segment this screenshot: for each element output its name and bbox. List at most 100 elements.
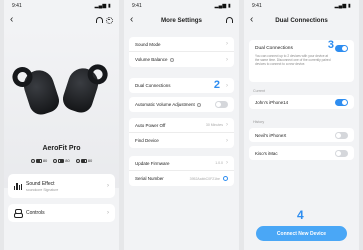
earbud-left-icon [30, 158, 35, 163]
chevron-right-icon: › [226, 122, 228, 128]
status-time: 9:41 [132, 3, 142, 9]
chevron-right-icon: › [226, 56, 228, 63]
row-update-firmware[interactable]: Update Firmware 1.0.0 › [129, 156, 234, 171]
row-label: Update Firmware [135, 160, 170, 166]
chevron-right-icon: › [226, 137, 228, 144]
sound-effect-label: Sound Effect [26, 180, 55, 187]
status-signal-icon: ▂▄▆ ▮ [94, 3, 111, 9]
row-auto-volume: Automatic Volume Adjustment [129, 97, 234, 112]
product-hero [4, 28, 119, 188]
device-home-screen: 9:41 ▂▄▆ ▮ ‹ 1 AeroFit Pro 80 80 80 Soun… [4, 0, 119, 250]
row-dual-connections[interactable]: Dual Connections 2 › [129, 78, 234, 93]
right-earbud-image [59, 61, 111, 116]
earbud-right-icon [53, 158, 58, 163]
more-settings-screen: 9:41 ▂▄▆ ▮ ‹ More Settings Sound Mode › … [124, 0, 239, 250]
headphone-icon[interactable] [96, 17, 103, 23]
settings-group-power: Auto Power Off 30 Minutes › Find Device … [129, 118, 234, 148]
settings-group-auto-volume: Automatic Volume Adjustment [129, 97, 234, 112]
row-serial-number: Serial Number 3952AabbC0F21be [129, 171, 234, 186]
row-label: Automatic Volume Adjustment [135, 102, 195, 107]
settings-group-sound: Sound Mode › Volume Balance › [129, 37, 234, 67]
battery-right: 80 [53, 158, 70, 163]
row-value: 1.0.0 [215, 161, 223, 165]
info-icon[interactable] [169, 57, 174, 62]
dual-connections-card: Dual Connections 3 You can connect up to… [249, 39, 354, 82]
history-device-row: Kiso's iMac [249, 146, 354, 160]
row-volume-balance[interactable]: Volume Balance › [129, 52, 234, 67]
history-device-toggle[interactable] [335, 131, 348, 139]
settings-group-about: Update Firmware 1.0.0 › Serial Number 39… [129, 156, 234, 186]
controls-label: Controls [26, 210, 45, 216]
page-title: More Settings [161, 16, 202, 24]
dual-connections-toggle[interactable] [335, 45, 348, 52]
controls-card[interactable]: Controls › [8, 204, 115, 222]
step-number-2: 2 [213, 79, 220, 91]
sound-effect-text: Sound Effect soundcore Signature [26, 181, 58, 192]
current-section-label: Current [253, 89, 265, 93]
battery-left: 80 [30, 158, 48, 163]
page-title: Dual Connections [275, 16, 328, 24]
info-icon[interactable] [196, 102, 201, 107]
status-bar: 9:41 ▂▄▆ ▮ [4, 0, 119, 12]
battery-icon [58, 158, 65, 163]
battery-levels: 80 80 80 [4, 158, 119, 163]
settings-group-dual: Dual Connections 2 › [129, 78, 234, 93]
row-label: Sound Mode [135, 41, 161, 47]
chevron-right-icon: › [107, 183, 109, 189]
current-device-toggle[interactable] [335, 98, 348, 106]
battery-left-value: 80 [42, 158, 48, 163]
battery-right-value: 80 [65, 158, 70, 163]
case-icon [75, 158, 80, 163]
device-name: Nevil's iPhoneX [255, 132, 287, 138]
status-time: 9:41 [12, 3, 22, 9]
row-auto-power-off[interactable]: Auto Power Off 30 Minutes › [129, 118, 234, 133]
dual-connections-header: Dual Connections 3 [255, 39, 348, 52]
row-label: Volume Balance [135, 57, 168, 62]
history-section-label: History [253, 120, 265, 124]
row-label: Serial Number [135, 176, 164, 181]
row-value: 3952AabbC0F21be [189, 176, 220, 181]
row-label: Find Device [135, 138, 159, 143]
battery-case-value: 80 [87, 158, 93, 163]
top-nav: ‹ Dual Connections [244, 12, 359, 28]
status-bar: 9:41 ▂▄▆ ▮ [124, 0, 239, 12]
sound-effect-sub: soundcore Signature [26, 187, 59, 192]
chevron-right-icon: › [107, 210, 109, 216]
battery-icon [35, 158, 42, 163]
step-number-3: 3 [327, 39, 334, 51]
status-signal-icon: ▂▄▆ ▮ [334, 3, 351, 9]
current-device-row: John's iPhone14 [249, 95, 354, 109]
back-button[interactable]: ‹ [10, 15, 13, 25]
history-device-row: Nevil's iPhoneX [249, 128, 354, 142]
headphone-icon[interactable] [226, 17, 233, 23]
row-label: Dual Connections [135, 83, 171, 88]
copy-icon[interactable] [223, 176, 228, 181]
battery-case: 80 [75, 158, 93, 163]
left-earbud-image [9, 64, 63, 118]
dual-connections-label: Dual Connections [255, 46, 293, 51]
status-signal-icon: ▂▄▆ ▮ [214, 3, 231, 9]
settings-gear-icon[interactable] [106, 16, 113, 24]
device-name: Kiso's iMac [255, 150, 278, 156]
top-nav: ‹ More Settings [124, 12, 239, 28]
connect-new-device-button[interactable]: Connect New Device [256, 226, 347, 241]
top-nav: ‹ [4, 12, 119, 28]
row-find-device[interactable]: Find Device › [129, 133, 234, 148]
dual-connections-description: You can connect up to 2 devices with you… [255, 54, 331, 67]
sound-effect-card[interactable]: Sound Effect soundcore Signature › [8, 174, 115, 198]
equalizer-icon [14, 182, 22, 190]
status-time: 9:41 [252, 3, 262, 9]
product-name: AeroFit Pro [42, 145, 81, 152]
dual-connections-screen: 9:41 ▂▄▆ ▮ ‹ Dual Connections Dual Conne… [244, 0, 359, 250]
row-sound-mode[interactable]: Sound Mode › [129, 37, 234, 52]
row-value: 30 Minutes [205, 123, 223, 127]
row-label: Auto Power Off [135, 122, 166, 128]
auto-volume-toggle[interactable] [215, 101, 228, 108]
status-bar: 9:41 ▂▄▆ ▮ [244, 0, 359, 12]
chevron-right-icon: › [226, 41, 228, 47]
device-name: John's iPhone14 [255, 99, 289, 105]
history-device-toggle[interactable] [335, 149, 348, 157]
step-number-4: 4 [297, 208, 304, 222]
controls-icon [14, 209, 23, 218]
chevron-right-icon: › [226, 82, 228, 89]
